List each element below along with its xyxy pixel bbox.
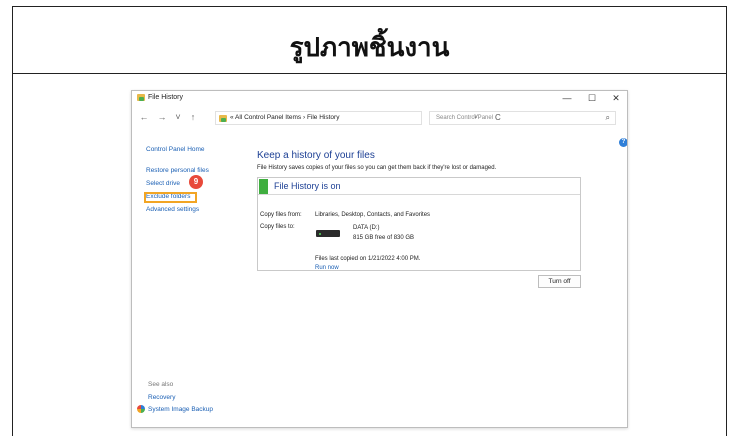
page-description: File History saves copies of your files … bbox=[257, 165, 497, 171]
run-now-link[interactable]: Run now bbox=[315, 265, 339, 271]
search-icon[interactable]: ⌕ bbox=[606, 113, 610, 123]
file-history-window: File History — ☐ ✕ ← → ˅ ↑ « All Control… bbox=[131, 90, 628, 428]
back-arrow-icon[interactable]: ← bbox=[138, 112, 150, 122]
status-panel: File History is on Copy files from: Libr… bbox=[257, 177, 581, 271]
copy-from-value: Libraries, Desktop, Contacts, and Favori… bbox=[315, 212, 431, 218]
status-header: File History is on bbox=[258, 178, 580, 195]
address-path: « All Control Panel Items › File History bbox=[230, 114, 340, 121]
sidebar-item-select-drive[interactable]: Select drive bbox=[146, 180, 180, 187]
minimize-button[interactable]: — bbox=[556, 92, 578, 104]
drive-icon bbox=[316, 230, 340, 237]
last-copied-text: Files last copied on 1/21/2022 4:00 PM. bbox=[315, 256, 421, 262]
file-history-icon bbox=[137, 94, 145, 101]
drive-name: DATA (D:) bbox=[353, 225, 380, 231]
status-indicator bbox=[259, 179, 268, 194]
address-row: ← → ˅ ↑ « All Control Panel Items › File… bbox=[132, 109, 627, 127]
search-input[interactable]: Search Control Panel ⌕ bbox=[429, 111, 616, 125]
page-heading: Keep a history of your files bbox=[257, 150, 375, 161]
exclude-folders-highlight bbox=[144, 192, 197, 203]
sidebar-item-control-panel-home[interactable]: Control Panel Home bbox=[146, 146, 205, 153]
drive-space: 815 GB free of 830 GB bbox=[353, 235, 415, 241]
window-title: File History bbox=[148, 94, 184, 101]
control-panel-icon bbox=[219, 115, 227, 122]
title-divider bbox=[13, 73, 726, 74]
system-image-backup-icon bbox=[137, 405, 145, 413]
turn-off-button[interactable]: Turn off bbox=[538, 275, 581, 288]
system-image-backup-link[interactable]: System Image Backup bbox=[148, 406, 213, 413]
step-number-badge: 9 bbox=[189, 175, 203, 189]
sidebar-item-restore-personal-files[interactable]: Restore personal files bbox=[146, 167, 209, 174]
maximize-button[interactable]: ☐ bbox=[581, 92, 603, 104]
address-bar[interactable]: « All Control Panel Items › File History… bbox=[215, 111, 501, 125]
see-also-label: See also bbox=[148, 381, 174, 388]
close-button[interactable]: ✕ bbox=[605, 92, 627, 104]
forward-arrow-icon[interactable]: → bbox=[156, 112, 168, 122]
recovery-link[interactable]: Recovery bbox=[148, 394, 175, 401]
up-arrow-icon[interactable]: ↑ bbox=[187, 112, 199, 122]
slide-title: รูปภาพชิ้นงาน bbox=[289, 33, 450, 63]
title-bar: File History — ☐ ✕ bbox=[132, 91, 627, 105]
copy-from-label: Copy files from: bbox=[260, 212, 302, 218]
copy-to-label: Copy files to: bbox=[260, 224, 295, 230]
recent-locations-chevron-icon[interactable]: ˅ bbox=[172, 112, 184, 122]
sidebar-item-advanced-settings[interactable]: Advanced settings bbox=[146, 206, 199, 213]
search-placeholder: Search Control Panel bbox=[436, 115, 494, 121]
status-title: File History is on bbox=[274, 181, 341, 191]
help-icon[interactable]: ? bbox=[619, 138, 627, 147]
